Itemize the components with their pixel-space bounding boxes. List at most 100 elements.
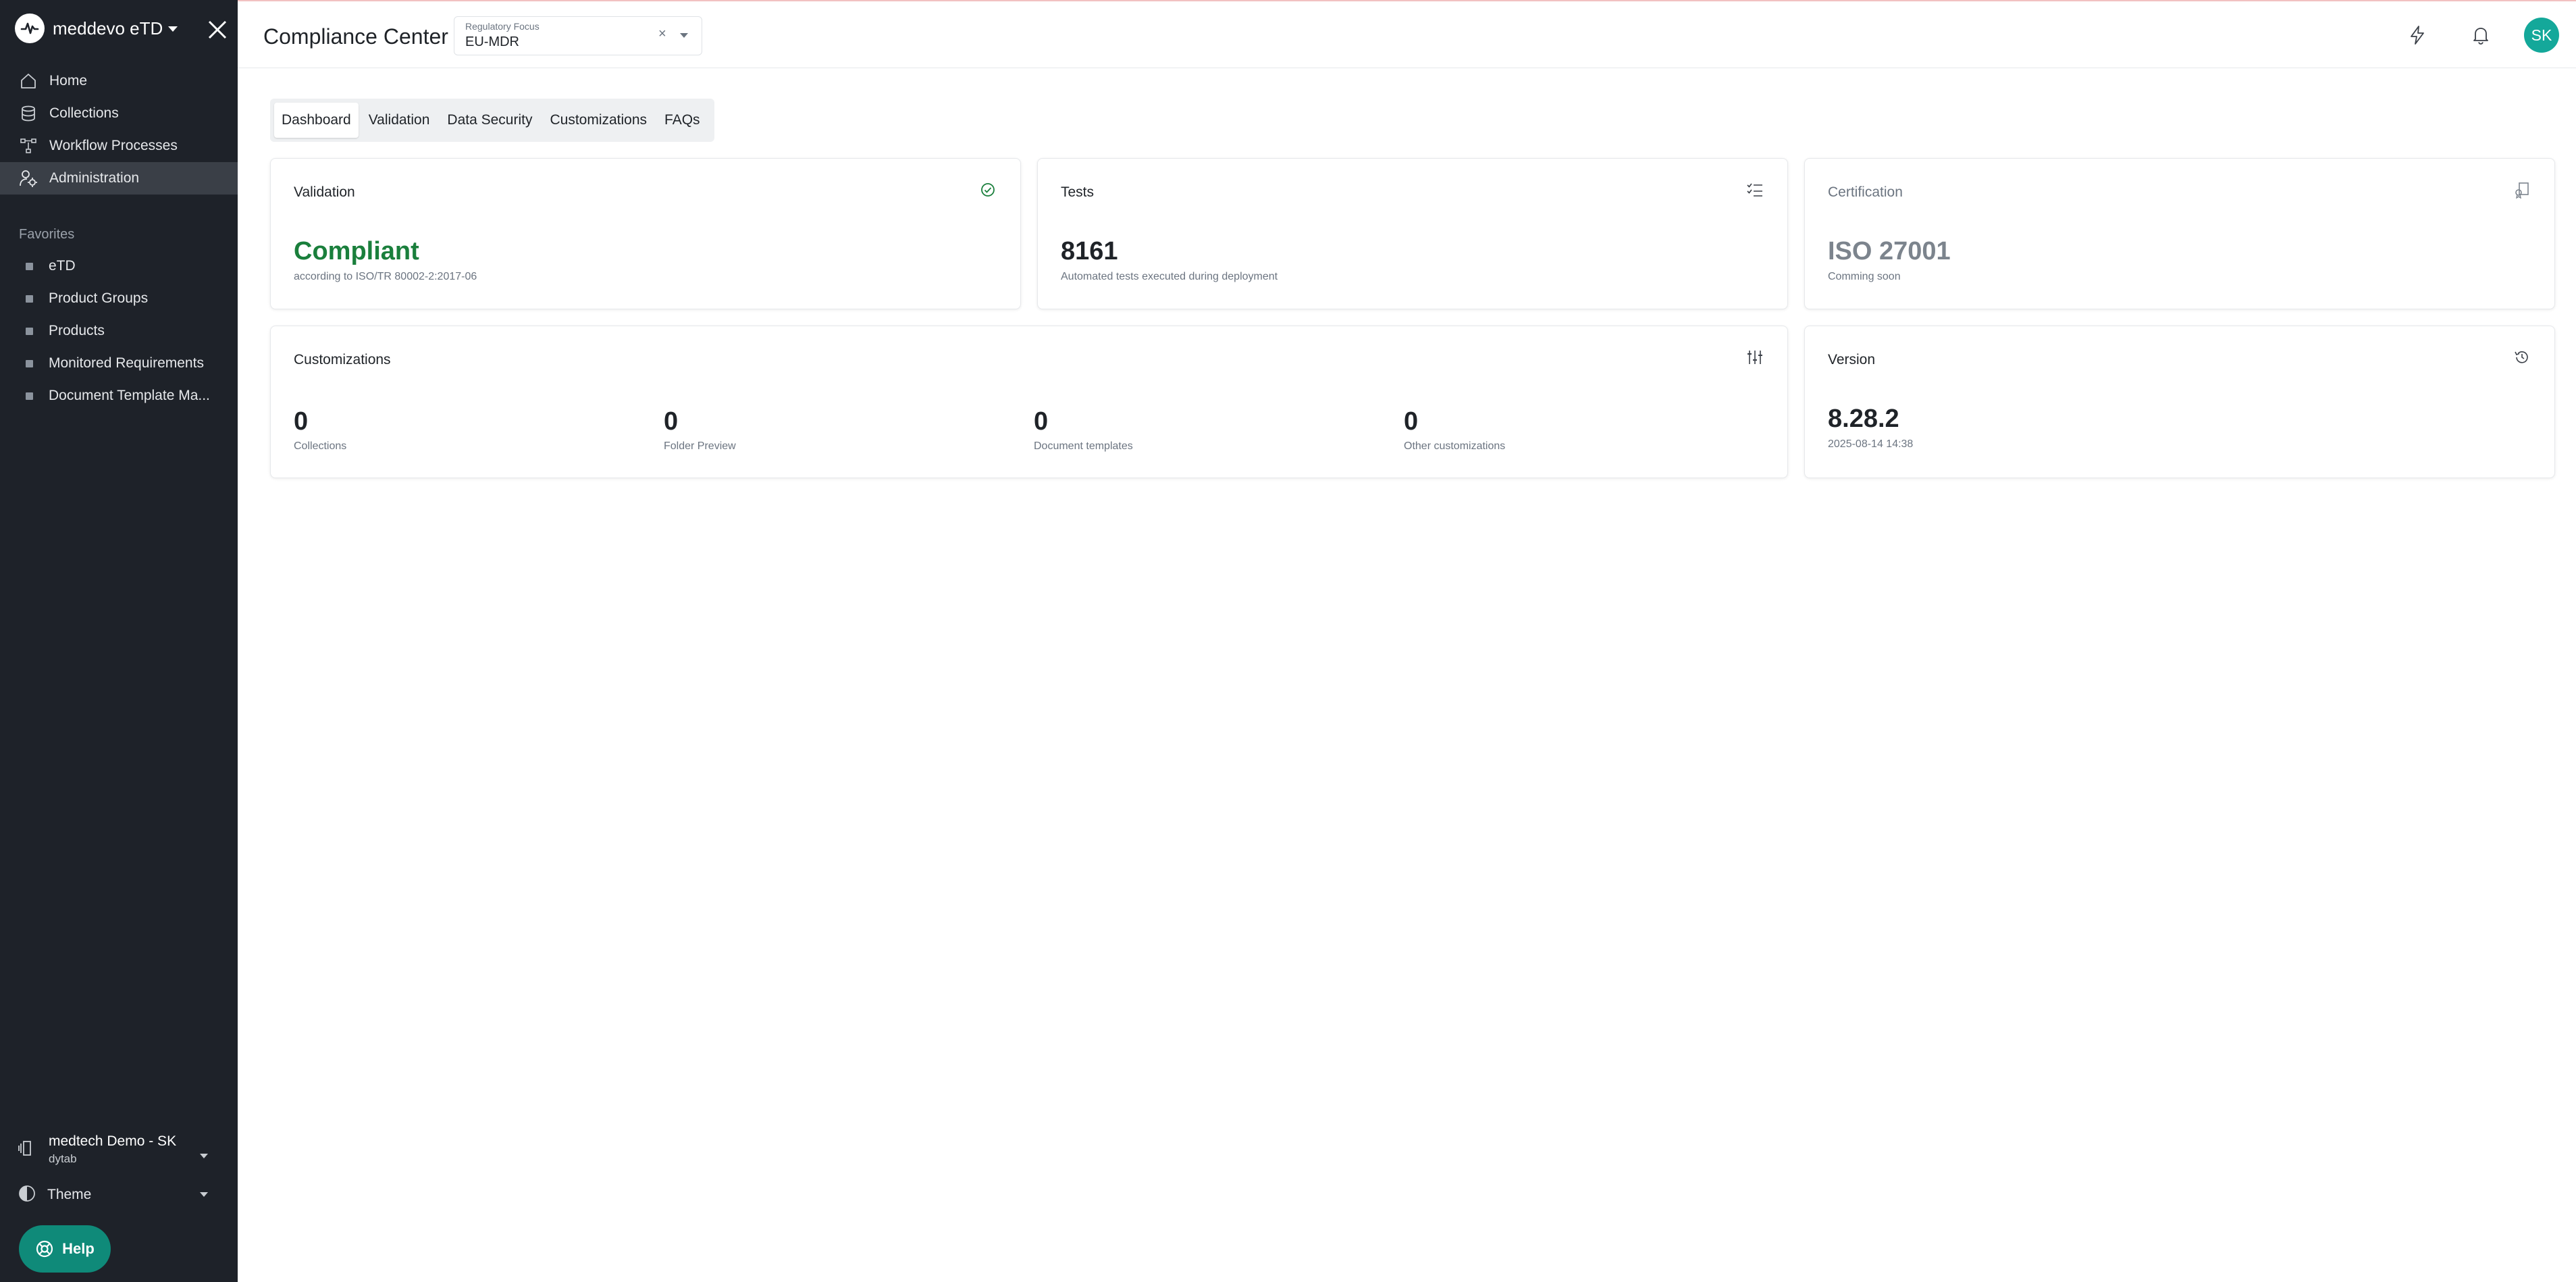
tests-card: Tests 8161 Automated tests executed duri… (1037, 158, 1788, 309)
favorites-heading: Favorites (19, 227, 75, 242)
favorites-list: eTD Product Groups Products Monitored Re… (0, 250, 238, 412)
metric-label: Folder Preview (664, 440, 736, 452)
customizations-card: Customizations 0 Collections 0 Folder Pr… (270, 326, 1788, 478)
favorite-item-product-groups[interactable]: Product Groups (0, 282, 238, 315)
chevron-down-icon (200, 1192, 208, 1197)
card-title: Validation (294, 184, 355, 200)
close-sidebar-button[interactable] (203, 15, 232, 45)
validation-sub: according to ISO/TR 80002-2:2017-06 (294, 271, 477, 282)
square-bullet-icon (26, 392, 33, 400)
tab-dashboard[interactable]: Dashboard (274, 103, 359, 138)
metric-label: Collections (294, 440, 347, 452)
certification-card: Certification ISO 27001 Comming soon (1804, 158, 2555, 309)
help-button[interactable]: Help (19, 1225, 111, 1273)
favorite-item-etd[interactable]: eTD (0, 250, 238, 282)
favorite-item-document-templates[interactable]: Document Template Ma... (0, 380, 238, 412)
favorite-item-monitored-requirements[interactable]: Monitored Requirements (0, 347, 238, 380)
metric-value: 0 (1034, 407, 1049, 436)
theme-label: Theme (47, 1187, 92, 1202)
workspace-switcher[interactable]: medtech Demo - SK dytab (18, 1133, 220, 1166)
user-gear-icon (19, 169, 38, 188)
certificate-icon (2513, 180, 2531, 199)
favorite-item-products[interactable]: Products (0, 315, 238, 347)
theme-switcher[interactable]: Theme (18, 1183, 220, 1206)
sidebar-item-collections[interactable]: Collections (0, 97, 238, 130)
lightning-icon (2411, 26, 2424, 45)
workspace-sub: dytab (49, 1152, 77, 1165)
square-bullet-icon (26, 327, 33, 335)
card-title: Tests (1061, 184, 1095, 200)
chevron-down-icon (168, 26, 178, 32)
favorite-label: Product Groups (49, 290, 149, 306)
card-title: Customizations (294, 352, 391, 367)
sidebar-item-workflow-processes[interactable]: Workflow Processes (0, 130, 238, 162)
lifebuoy-icon (36, 1240, 53, 1258)
compliance-tabs: Dashboard Validation Data Security Custo… (270, 99, 714, 142)
metric-value: 0 (1404, 407, 1419, 436)
metric-collections: 0 Collections (294, 407, 346, 453)
metric-label: Document templates (1034, 440, 1133, 452)
card-title: Version (1828, 352, 1876, 367)
theme-icon (18, 1184, 36, 1206)
quick-actions-button[interactable] (2402, 20, 2432, 50)
brand-logo-icon (15, 14, 45, 43)
card-title: Certification (1828, 184, 1903, 200)
square-bullet-icon (26, 359, 33, 367)
clear-icon[interactable]: × (658, 26, 666, 42)
metric-value: 0 (294, 407, 309, 436)
history-icon (2513, 348, 2531, 367)
brand-name: meddevo eTD (53, 18, 163, 39)
certification-sub: Comming soon (1828, 271, 1901, 282)
validation-card: Validation Compliant according to ISO/TR… (270, 158, 1021, 309)
sidebar-item-label: Workflow Processes (49, 138, 178, 153)
sidebar: meddevo eTD Home Collections Workflow Pr… (0, 0, 238, 1282)
regulatory-focus-label: Regulatory Focus (465, 21, 540, 32)
page-title: Compliance Center (263, 24, 448, 49)
workspace-name: medtech Demo - SK (49, 1133, 177, 1149)
home-icon (19, 72, 38, 91)
favorite-label: Monitored Requirements (49, 355, 204, 371)
favorite-label: eTD (49, 258, 76, 274)
user-avatar[interactable]: SK (2524, 18, 2559, 53)
bell-icon (2473, 28, 2488, 45)
tab-customizations[interactable]: Customizations (542, 103, 654, 138)
help-label: Help (62, 1240, 95, 1257)
metric-label: Other customizations (1404, 440, 1506, 452)
certification-value: ISO 27001 (1828, 237, 1951, 265)
metric-folder-preview: 0 Folder Preview (664, 407, 736, 453)
tab-validation[interactable]: Validation (361, 103, 438, 138)
square-bullet-icon (26, 262, 33, 270)
checklist-icon (1745, 180, 1764, 199)
regulatory-focus-select[interactable]: Regulatory Focus EU-MDR × (454, 16, 702, 55)
brand-switcher[interactable]: meddevo eTD (15, 11, 178, 46)
database-icon (19, 104, 38, 123)
validation-status: Compliant (294, 237, 419, 265)
square-bullet-icon (26, 294, 33, 303)
regulatory-focus-value: EU-MDR (465, 34, 519, 49)
sidebar-item-home[interactable]: Home (0, 65, 238, 97)
sidebar-item-label: Collections (49, 105, 119, 121)
version-card: Version 8.28.2 2025-08-14 14:38 (1804, 326, 2555, 478)
sidebar-item-administration[interactable]: Administration (0, 162, 238, 195)
favorite-label: Document Template Ma... (49, 388, 210, 403)
tab-faqs[interactable]: FAQs (657, 103, 708, 138)
chevron-down-icon[interactable] (680, 33, 688, 38)
metric-document-templates: 0 Document templates (1034, 407, 1133, 453)
sliders-icon (1745, 348, 1764, 367)
workspace-icon (18, 1139, 36, 1161)
close-icon (208, 20, 227, 39)
notifications-button[interactable] (2466, 20, 2496, 50)
sidebar-item-label: Administration (49, 170, 140, 186)
chevron-down-icon (200, 1154, 208, 1158)
tests-count: 8161 (1061, 237, 1118, 265)
sidebar-item-label: Home (49, 73, 88, 88)
sidebar-nav: Home Collections Workflow Processes Admi… (0, 65, 238, 195)
version-date: 2025-08-14 14:38 (1828, 438, 1914, 450)
check-circle-icon (978, 180, 997, 199)
tab-data-security[interactable]: Data Security (440, 103, 540, 138)
workflow-icon (19, 136, 38, 155)
metric-value: 0 (664, 407, 679, 436)
tests-sub: Automated tests executed during deployme… (1061, 271, 1278, 282)
favorite-label: Products (49, 323, 105, 338)
top-bar: Compliance Center Regulatory Focus EU-MD… (238, 1, 2576, 68)
